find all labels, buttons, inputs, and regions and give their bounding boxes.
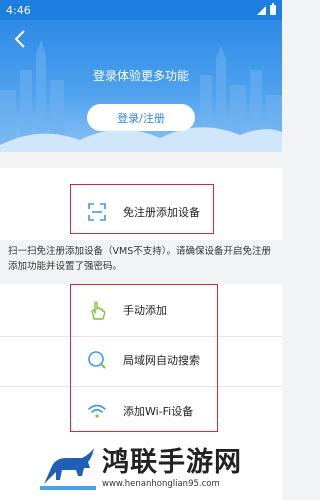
login-register-button[interactable]: 登录/注册 xyxy=(87,104,195,131)
status-time: 4:46 xyxy=(6,3,31,17)
bull-logo-icon xyxy=(40,448,96,490)
highlight-box-register xyxy=(70,184,214,234)
back-arrow-icon[interactable] xyxy=(10,28,32,50)
watermark-url: www.henanhonglian95.com xyxy=(102,479,220,489)
highlight-box-options xyxy=(70,284,218,432)
status-bar: 4:46 xyxy=(0,0,282,20)
hint-text: 扫一扫免注册添加设备（VMS不支持）。请确保设备开启免注册添加功能并设置了强密码… xyxy=(0,240,282,284)
watermark-brand: 鸿联手游网 xyxy=(102,447,242,478)
status-icons xyxy=(257,3,276,15)
battery-icon xyxy=(270,3,276,15)
city-skyline-illustration xyxy=(0,40,282,152)
header-title: 登录体验更多功能 xyxy=(92,69,189,83)
signal-icon xyxy=(257,5,266,15)
account-header: 登录体验更多功能 登录/注册 xyxy=(0,20,282,152)
